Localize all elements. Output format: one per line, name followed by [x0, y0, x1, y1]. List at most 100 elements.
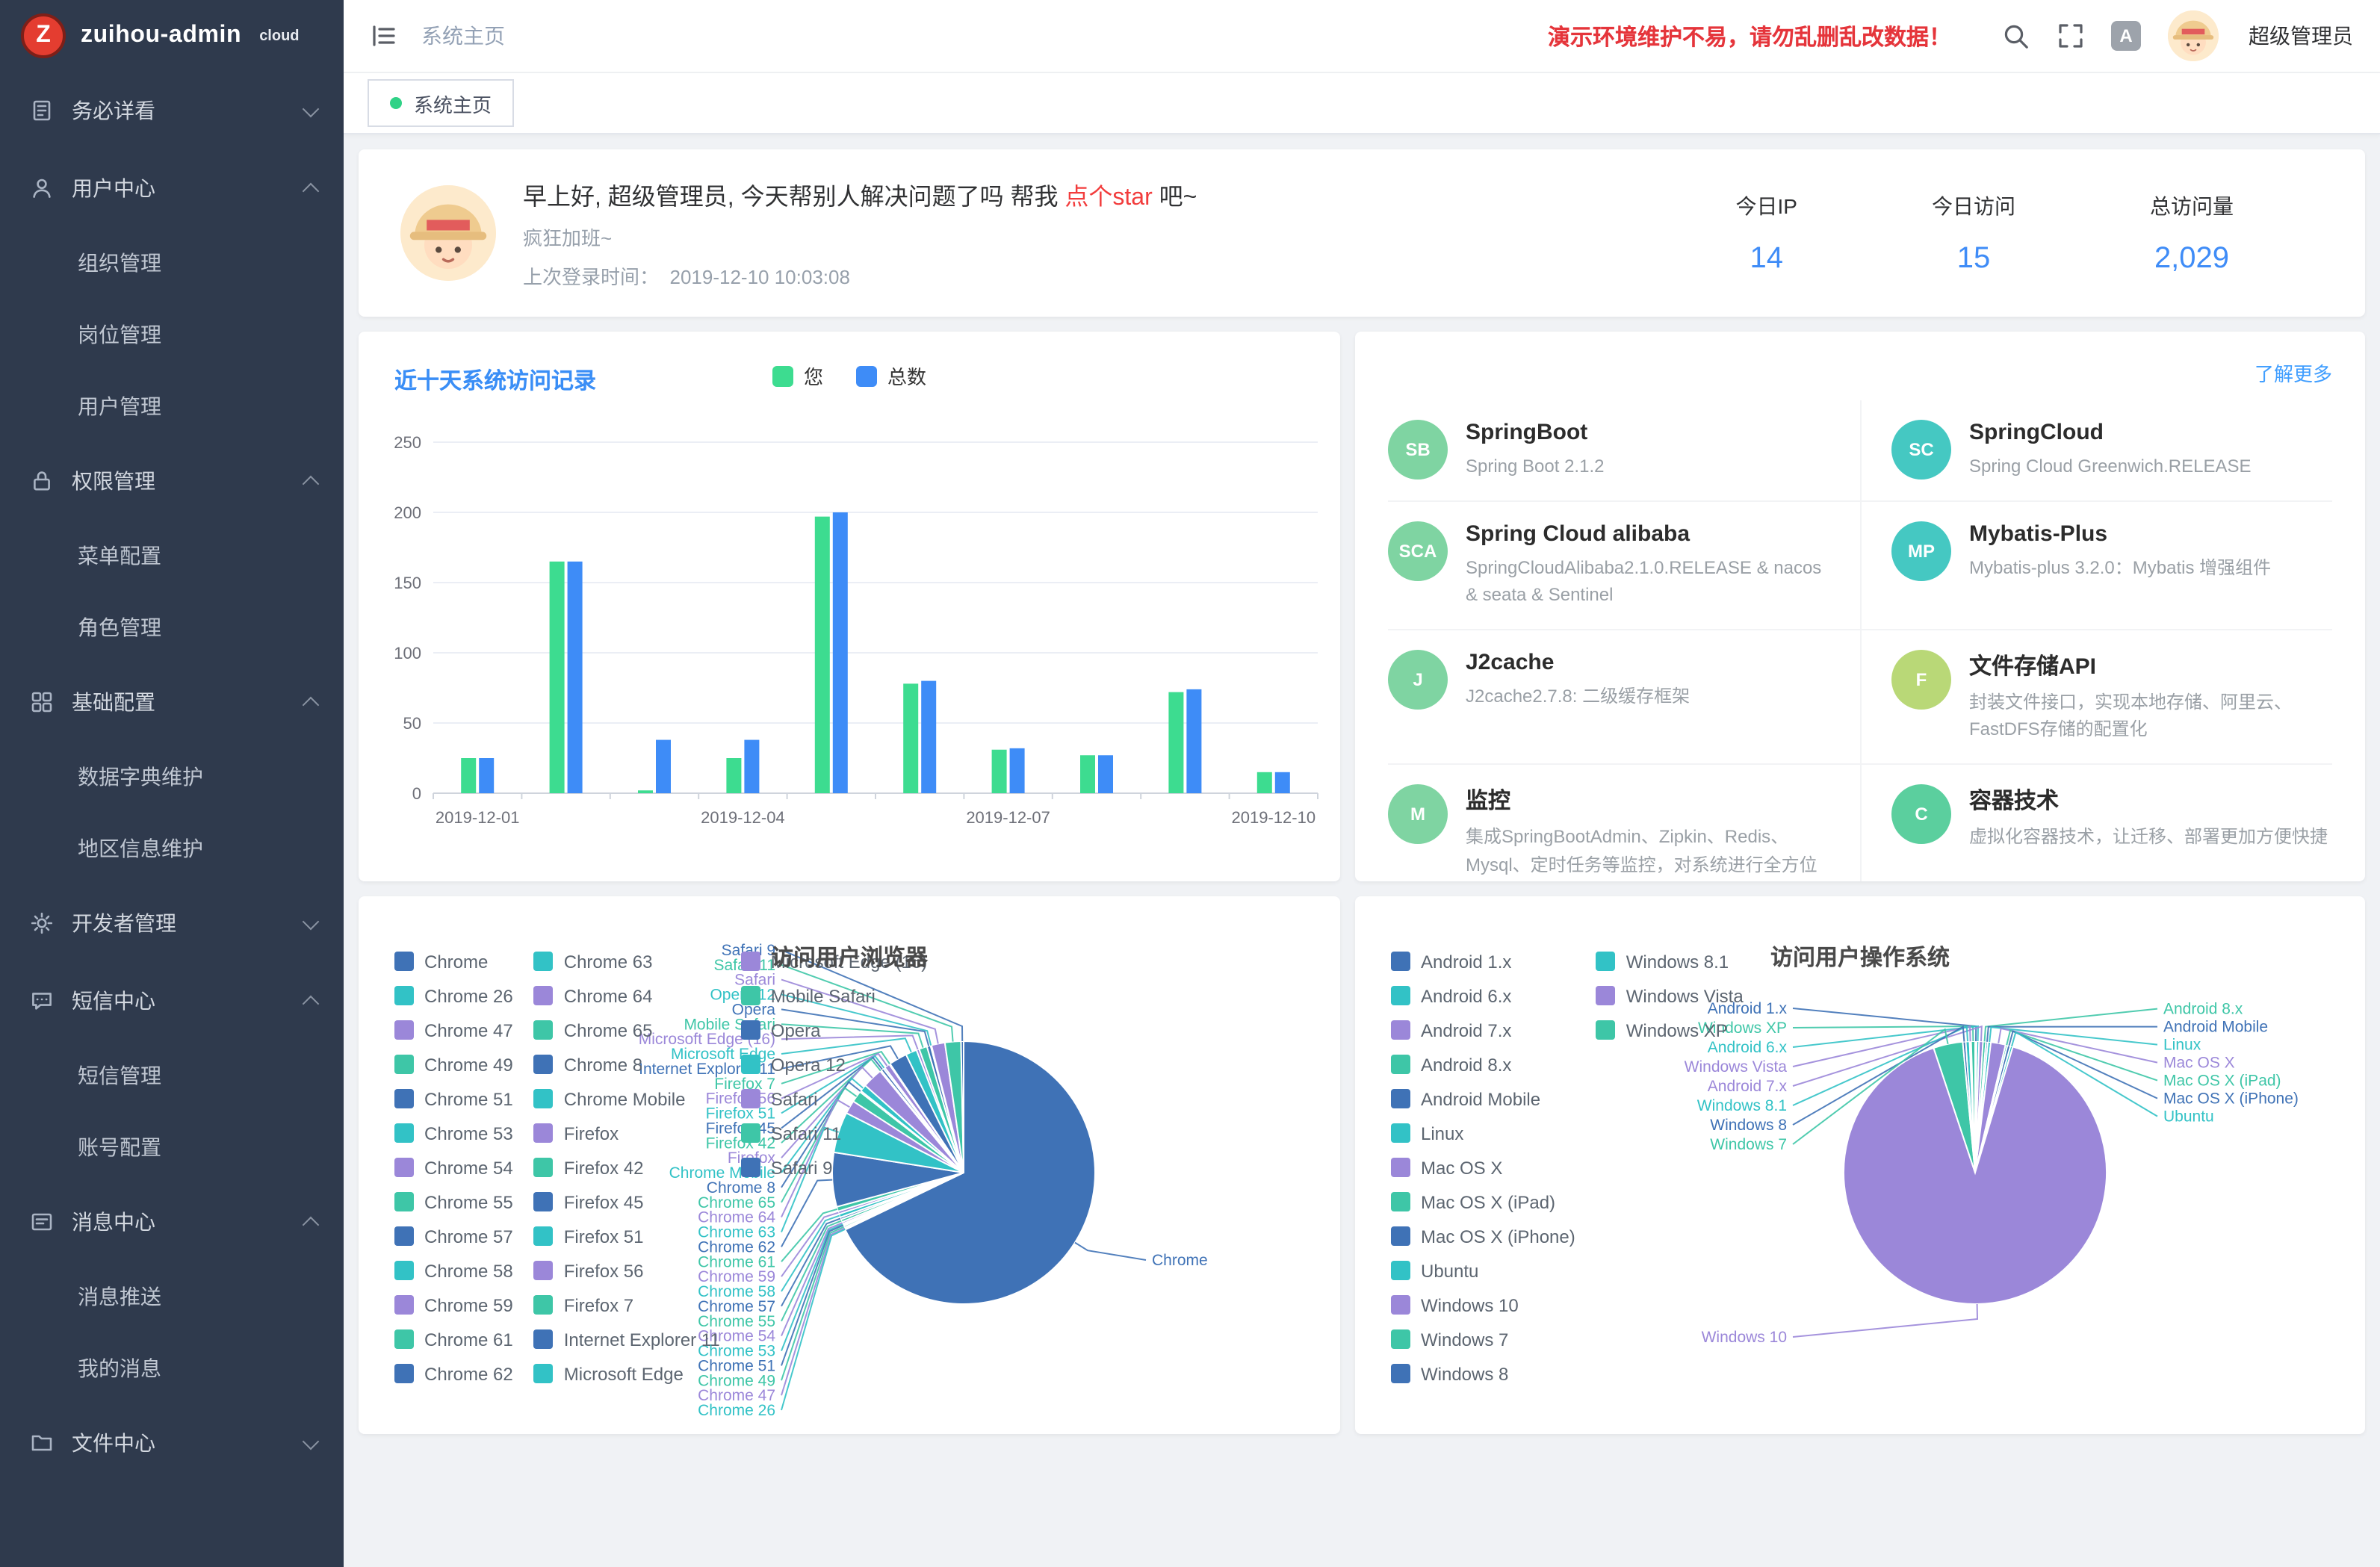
- legend-item-microsoft-edge[interactable]: Microsoft Edge: [534, 1356, 720, 1391]
- star-link[interactable]: 点个star: [1065, 185, 1152, 211]
- breadcrumb[interactable]: 系统主页: [421, 21, 505, 51]
- main-area: 系统主页 演示环境维护不易，请勿乱删乱改数据！ A 超级管理员 系统主页: [344, 0, 2380, 1567]
- legend-item-linux[interactable]: Linux: [1391, 1116, 1575, 1150]
- sidebar-item-短信中心[interactable]: 短信中心: [0, 962, 344, 1040]
- legend-swatch: [534, 1158, 554, 1177]
- legend-item-chrome-59[interactable]: Chrome 59: [394, 1288, 513, 1322]
- sidebar-subitem-消息推送[interactable]: 消息推送: [0, 1261, 344, 1332]
- legend-item-chrome-65[interactable]: Chrome 65: [534, 1013, 720, 1047]
- tech-item-容器技术[interactable]: C 容器技术 虚拟化容器技术，让迁移、部署更加方便快捷: [1860, 765, 2332, 881]
- legend-item-chrome-mobile[interactable]: Chrome Mobile: [534, 1082, 720, 1116]
- tech-title: J2cache: [1466, 650, 1690, 675]
- legend-item-chrome-55[interactable]: Chrome 55: [394, 1185, 513, 1219]
- legend-item-android-8-x[interactable]: Android 8.x: [1391, 1047, 1575, 1082]
- legend-item-mac-os-x-iphone[interactable]: Mac OS X (iPhone): [1391, 1219, 1575, 1253]
- sidebar-subitem-数据字典维护[interactable]: 数据字典维护: [0, 741, 344, 813]
- search-icon[interactable]: [2002, 22, 2030, 50]
- sidebar-item-权限管理[interactable]: 权限管理: [0, 442, 344, 520]
- sidebar-collapse-icon[interactable]: [371, 22, 397, 49]
- sidebar-subitem-账号配置[interactable]: 账号配置: [0, 1111, 344, 1183]
- app-logo[interactable]: Z zuihou-admin cloud: [0, 0, 344, 72]
- sidebar-item-用户中心[interactable]: 用户中心: [0, 149, 344, 227]
- legend-item-windows-7[interactable]: Windows 7: [1391, 1322, 1575, 1356]
- legend-item-chrome-8[interactable]: Chrome 8: [534, 1047, 720, 1082]
- tech-item-spring-cloud-alibaba[interactable]: SCA Spring Cloud alibaba SpringCloudAlib…: [1388, 501, 1860, 630]
- legend-item-opera[interactable]: Opera: [741, 1013, 927, 1047]
- legend-item-firefox-42[interactable]: Firefox 42: [534, 1150, 720, 1185]
- legend-item-mac-os-x[interactable]: Mac OS X: [1391, 1150, 1575, 1185]
- legend-item-windows-vista[interactable]: Windows Vista: [1596, 978, 1744, 1013]
- legend-item-windows-10[interactable]: Windows 10: [1391, 1288, 1575, 1322]
- legend-swatch: [534, 1261, 554, 1280]
- legend-item-chrome-62[interactable]: Chrome 62: [394, 1356, 513, 1391]
- legend-item-windows-xp[interactable]: Windows XP: [1596, 1013, 1744, 1047]
- legend-item-mac-os-x-ipad[interactable]: Mac OS X (iPad): [1391, 1185, 1575, 1219]
- legend-item-windows-8[interactable]: Windows 8: [1391, 1356, 1575, 1391]
- fullscreen-icon[interactable]: [2057, 22, 2084, 49]
- legend-item-android-7-x[interactable]: Android 7.x: [1391, 1013, 1575, 1047]
- sidebar-subitem-组织管理[interactable]: 组织管理: [0, 227, 344, 299]
- pie-callout-label: Mac OS X: [2163, 1055, 2235, 1072]
- sidebar-subitem-岗位管理[interactable]: 岗位管理: [0, 299, 344, 370]
- font-size-icon[interactable]: A: [2111, 21, 2141, 51]
- tech-item-mybatis-plus[interactable]: MP Mybatis-Plus Mybatis-plus 3.2.0：Mybat…: [1860, 501, 2332, 630]
- legend-item-chrome-61[interactable]: Chrome 61: [394, 1322, 513, 1356]
- tab-home[interactable]: 系统主页: [368, 79, 514, 127]
- legend-item-safari-9[interactable]: Safari 9: [741, 1150, 927, 1185]
- sidebar-subitem-短信管理[interactable]: 短信管理: [0, 1040, 344, 1111]
- legend-item-mobile-safari[interactable]: Mobile Safari: [741, 978, 927, 1013]
- legend-item-chrome-47[interactable]: Chrome 47: [394, 1013, 513, 1047]
- sidebar-subitem-菜单配置[interactable]: 菜单配置: [0, 520, 344, 592]
- legend-swatch: [1391, 986, 1410, 1005]
- sidebar-item-务必详看[interactable]: 务必详看: [0, 72, 344, 149]
- tech-item-springboot[interactable]: SB SpringBoot Spring Boot 2.1.2: [1388, 400, 1860, 501]
- legend-item-firefox-51[interactable]: Firefox 51: [534, 1219, 720, 1253]
- bar-您-2019-12-06: [903, 683, 918, 793]
- tech-item-springcloud[interactable]: SC SpringCloud Spring Cloud Greenwich.RE…: [1860, 400, 2332, 501]
- tech-item-j2cache[interactable]: J J2cache J2cache2.7.8: 二级缓存框架: [1388, 630, 1860, 765]
- y-tick-label: 250: [394, 433, 421, 452]
- legend-label: Firefox 51: [564, 1226, 644, 1247]
- legend-item-safari[interactable]: Safari: [741, 1082, 927, 1116]
- sms-icon: [30, 989, 54, 1013]
- legend-swatch: [534, 1089, 554, 1108]
- legend-item-firefox-45[interactable]: Firefox 45: [534, 1185, 720, 1219]
- tech-item-监控[interactable]: M 监控 集成SpringBootAdmin、Zipkin、Redis、Mysq…: [1388, 765, 1860, 881]
- user-avatar[interactable]: [2168, 10, 2219, 61]
- sidebar-subitem-角色管理[interactable]: 角色管理: [0, 592, 344, 663]
- legend-item-chrome-64[interactable]: Chrome 64: [534, 978, 720, 1013]
- legend-item-opera-12[interactable]: Opera 12: [741, 1047, 927, 1082]
- tech-badge-icon: M: [1388, 784, 1448, 844]
- legend-item-internet-explorer-11[interactable]: Internet Explorer 11: [534, 1322, 720, 1356]
- legend-item-firefox[interactable]: Firefox: [534, 1116, 720, 1150]
- app-window: Z zuihou-admin cloud 务必详看 用户中心 组织管理岗位管理用…: [0, 0, 2380, 1567]
- legend-item-android-mobile[interactable]: Android Mobile: [1391, 1082, 1575, 1116]
- legend-item-chrome-51[interactable]: Chrome 51: [394, 1082, 513, 1116]
- legend-item-safari-11[interactable]: Safari 11: [741, 1116, 927, 1150]
- os-pie-card: 访问用户操作系统 Android 1.xAndroid 6.xAndroid 7…: [1355, 896, 2365, 1434]
- legend-item-firefox-56[interactable]: Firefox 56: [534, 1253, 720, 1288]
- sidebar-subitem-用户管理[interactable]: 用户管理: [0, 370, 344, 442]
- sidebar-item-文件中心[interactable]: 文件中心: [0, 1404, 344, 1482]
- current-user-name[interactable]: 超级管理员: [2249, 21, 2353, 51]
- legend-item-you[interactable]: 您: [772, 362, 823, 390]
- legend-item-firefox-7[interactable]: Firefox 7: [534, 1288, 720, 1322]
- legend-item-chrome-26[interactable]: Chrome 26: [394, 978, 513, 1013]
- sidebar-subitem-我的消息[interactable]: 我的消息: [0, 1332, 344, 1404]
- legend-item-android-6-x[interactable]: Android 6.x: [1391, 978, 1575, 1013]
- legend-item-chrome-58[interactable]: Chrome 58: [394, 1253, 513, 1288]
- legend-item-chrome-57[interactable]: Chrome 57: [394, 1219, 513, 1253]
- learn-more-link[interactable]: 了解更多: [2255, 359, 2332, 387]
- legend-item-chrome-49[interactable]: Chrome 49: [394, 1047, 513, 1082]
- legend-item-ubuntu[interactable]: Ubuntu: [1391, 1253, 1575, 1288]
- legend-label: Safari 9: [771, 1157, 833, 1178]
- legend-item-total[interactable]: 总数: [856, 362, 926, 390]
- sidebar-item-基础配置[interactable]: 基础配置: [0, 663, 344, 741]
- tech-item-文件存储api[interactable]: F 文件存储API 封装文件接口，实现本地存储、阿里云、FastDFS存储的配置…: [1860, 630, 2332, 765]
- legend-item-chrome-54[interactable]: Chrome 54: [394, 1150, 513, 1185]
- sidebar-item-开发者管理[interactable]: 开发者管理: [0, 884, 344, 962]
- sidebar-item-消息中心[interactable]: 消息中心: [0, 1183, 344, 1261]
- legend-item-chrome-53[interactable]: Chrome 53: [394, 1116, 513, 1150]
- chevron-up-icon: [303, 996, 320, 1013]
- sidebar-subitem-地区信息维护[interactable]: 地区信息维护: [0, 813, 344, 884]
